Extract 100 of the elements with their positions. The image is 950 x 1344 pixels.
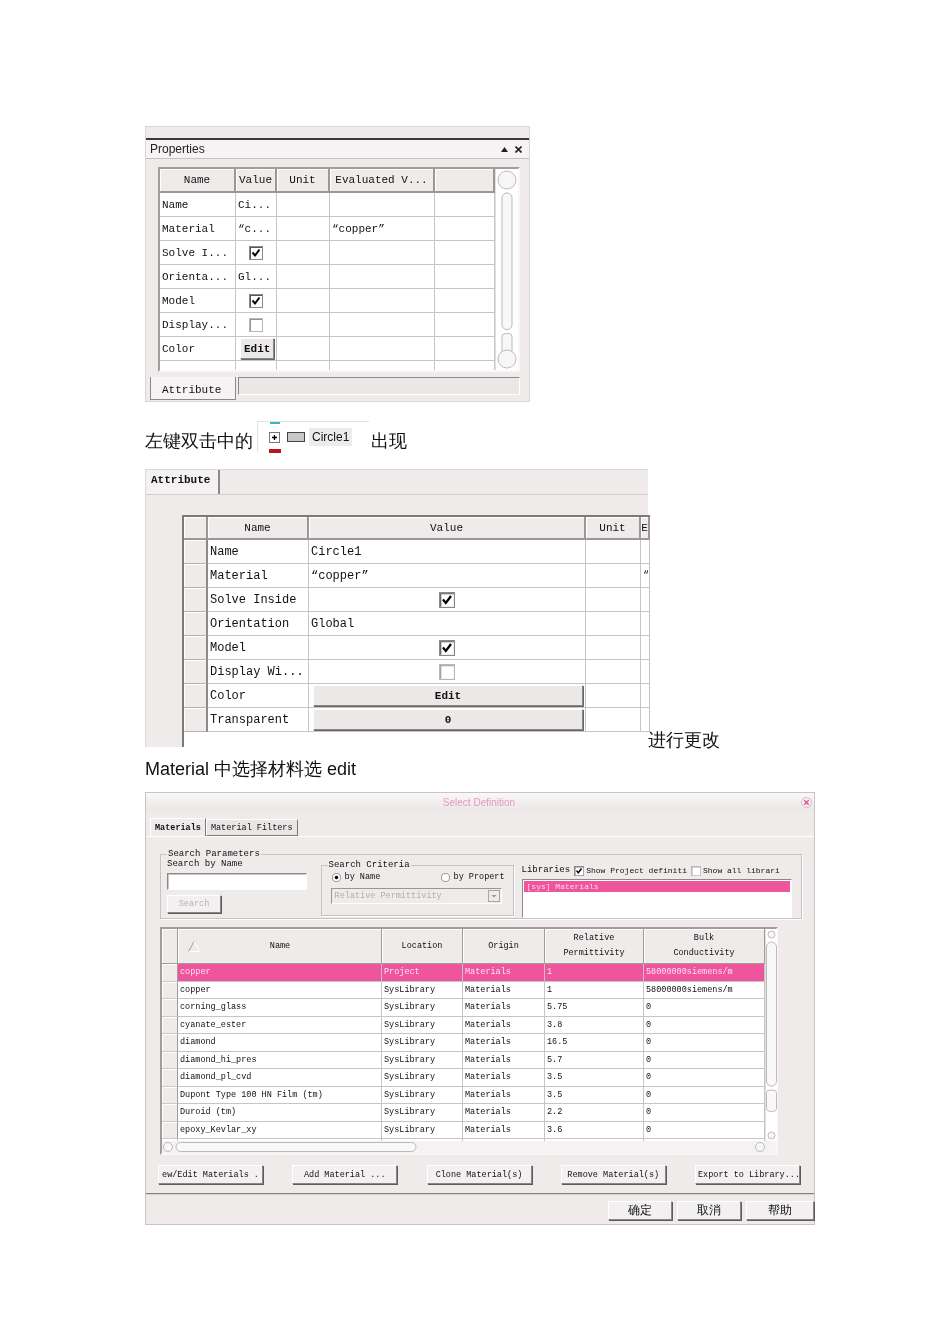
attribute-tab[interactable]: Attribute xyxy=(150,377,236,400)
column-header[interactable]: Bulk Conductivity xyxy=(644,929,765,964)
attribute-name: Solve Inside xyxy=(208,588,309,612)
row-header[interactable] xyxy=(162,1069,178,1087)
row-header[interactable] xyxy=(184,540,208,564)
checkbox[interactable] xyxy=(249,317,263,332)
tree-expander-icon[interactable] xyxy=(267,421,283,453)
row-header[interactable] xyxy=(162,964,178,982)
attribute-name: Orientation xyxy=(208,612,309,636)
property-value: Ci... xyxy=(236,193,277,217)
row-header[interactable] xyxy=(184,708,208,732)
column-header[interactable]: Name xyxy=(160,169,236,193)
instruction-text: 左键双击中的 xyxy=(145,430,253,452)
dialog-title: Select Definition xyxy=(442,796,516,808)
instruction-text: 出现 xyxy=(371,430,407,452)
column-header[interactable]: Unit xyxy=(586,517,641,540)
group-label: Search Parameters xyxy=(167,849,261,859)
value-button[interactable]: Edit xyxy=(240,338,275,359)
action-button[interactable]: Clone Material(s) xyxy=(426,1165,532,1184)
table-cell: SysLibrary xyxy=(382,1034,463,1052)
dialog-button[interactable]: 帮助 xyxy=(746,1201,814,1220)
table-row[interactable]: diamond SysLibrary Materials 16.5 0 xyxy=(162,1034,765,1052)
dialog-button[interactable]: 确定 xyxy=(608,1201,672,1220)
table-row[interactable]: Duroid (tm) SysLibrary Materials 2.2 0 xyxy=(162,1104,765,1122)
checkbox[interactable] xyxy=(439,591,455,608)
search-field[interactable] xyxy=(167,873,307,890)
row-header[interactable] xyxy=(162,999,178,1017)
rectangle-icon xyxy=(287,432,305,442)
table-cell: 16.5 xyxy=(545,1034,644,1052)
column-header[interactable]: Relative Permittivity xyxy=(545,929,644,964)
tab[interactable]: Material Filters xyxy=(205,819,298,836)
table-cell: Materials xyxy=(463,1069,545,1087)
value-button[interactable]: 0 xyxy=(313,709,583,730)
checkbox-icon[interactable] xyxy=(691,865,701,876)
table-row[interactable]: corning_glass SysLibrary Materials 5.75 0 xyxy=(162,999,765,1017)
radio-icon[interactable] xyxy=(331,872,341,882)
column-header[interactable]: Evaluated V... xyxy=(330,169,435,193)
checkbox[interactable] xyxy=(249,293,263,308)
vertical-scrollbar[interactable] xyxy=(496,169,518,370)
empty-cell xyxy=(641,588,650,612)
vertical-scrollbar[interactable] xyxy=(766,929,777,1141)
row-header[interactable] xyxy=(184,564,208,588)
attribute-name: Model xyxy=(208,636,309,660)
checkbox-option[interactable]: Show all librari xyxy=(691,865,780,876)
property-name: Orienta... xyxy=(160,265,236,289)
row-header[interactable] xyxy=(162,1104,178,1122)
action-button[interactable]: ew/Edit Materials . xyxy=(158,1165,263,1184)
close-icon[interactable] xyxy=(515,145,522,153)
table-row[interactable]: diamond_pl_cvd SysLibrary Materials 3.5 0 xyxy=(162,1069,765,1087)
table-cell: Materials xyxy=(463,1034,545,1052)
checkbox[interactable] xyxy=(439,639,455,656)
row-header[interactable] xyxy=(184,684,208,708)
column-header[interactable]: Location xyxy=(382,929,463,964)
tree-item-label[interactable]: Circle1 xyxy=(309,428,353,446)
collapse-icon[interactable] xyxy=(501,146,508,152)
empty-cell xyxy=(641,612,650,636)
attribute-tab[interactable]: Attribute xyxy=(146,470,221,494)
table-cell: 2.2 xyxy=(545,1104,644,1122)
table-cell: diamond_pl_cvd xyxy=(178,1069,382,1087)
horizontal-scrollbar[interactable] xyxy=(162,1141,776,1153)
checkbox[interactable] xyxy=(249,245,263,260)
value-button[interactable]: Edit xyxy=(313,685,583,706)
column-header[interactable]: Value xyxy=(236,169,277,193)
sort-icon[interactable] xyxy=(188,940,200,952)
action-button[interactable]: Export to Library... xyxy=(695,1165,800,1184)
property-name: Model xyxy=(160,289,236,313)
radio-option[interactable]: by Name xyxy=(331,872,381,882)
column-header[interactable]: Name xyxy=(208,517,309,540)
table-cell: Materials xyxy=(463,964,545,982)
radio-option[interactable]: by Propert xyxy=(440,872,505,882)
row-header[interactable] xyxy=(184,636,208,660)
empty-cell xyxy=(277,217,330,241)
dialog-button[interactable]: 取消 xyxy=(677,1201,741,1220)
table-cell: epoxy_Kevlar_xy xyxy=(178,1121,382,1139)
column-header[interactable]: Unit xyxy=(277,169,330,193)
row-header[interactable] xyxy=(162,1034,178,1052)
row-header[interactable] xyxy=(184,660,208,684)
column-header[interactable]: Origin xyxy=(463,929,545,964)
table-cell: copper xyxy=(178,964,382,982)
empty-cell xyxy=(641,660,650,684)
table-cell: SysLibrary xyxy=(382,1069,463,1087)
action-button[interactable]: Remove Material(s) xyxy=(560,1165,666,1184)
table-cell: Materials xyxy=(463,999,545,1017)
column-header[interactable]: Value xyxy=(309,517,586,540)
action-button[interactable]: Add Material ... xyxy=(292,1165,398,1184)
column-header[interactable]: Name xyxy=(178,929,382,964)
empty-cell xyxy=(641,684,650,708)
evaluated-value: “copper” xyxy=(330,217,435,241)
checkbox[interactable] xyxy=(439,663,455,680)
empty-cell xyxy=(641,540,650,564)
attribute-value: “copper” xyxy=(309,564,586,588)
row-header[interactable] xyxy=(184,588,208,612)
column-header[interactable]: E xyxy=(641,517,650,540)
empty-cell xyxy=(641,636,650,660)
checkbox-icon[interactable] xyxy=(574,865,585,876)
radio-icon[interactable] xyxy=(440,872,450,882)
row-header[interactable] xyxy=(184,612,208,636)
property-value: “c... xyxy=(236,217,277,241)
checkbox-option[interactable]: Show Project definiti xyxy=(574,865,687,876)
table-cell: 1 xyxy=(545,964,644,982)
